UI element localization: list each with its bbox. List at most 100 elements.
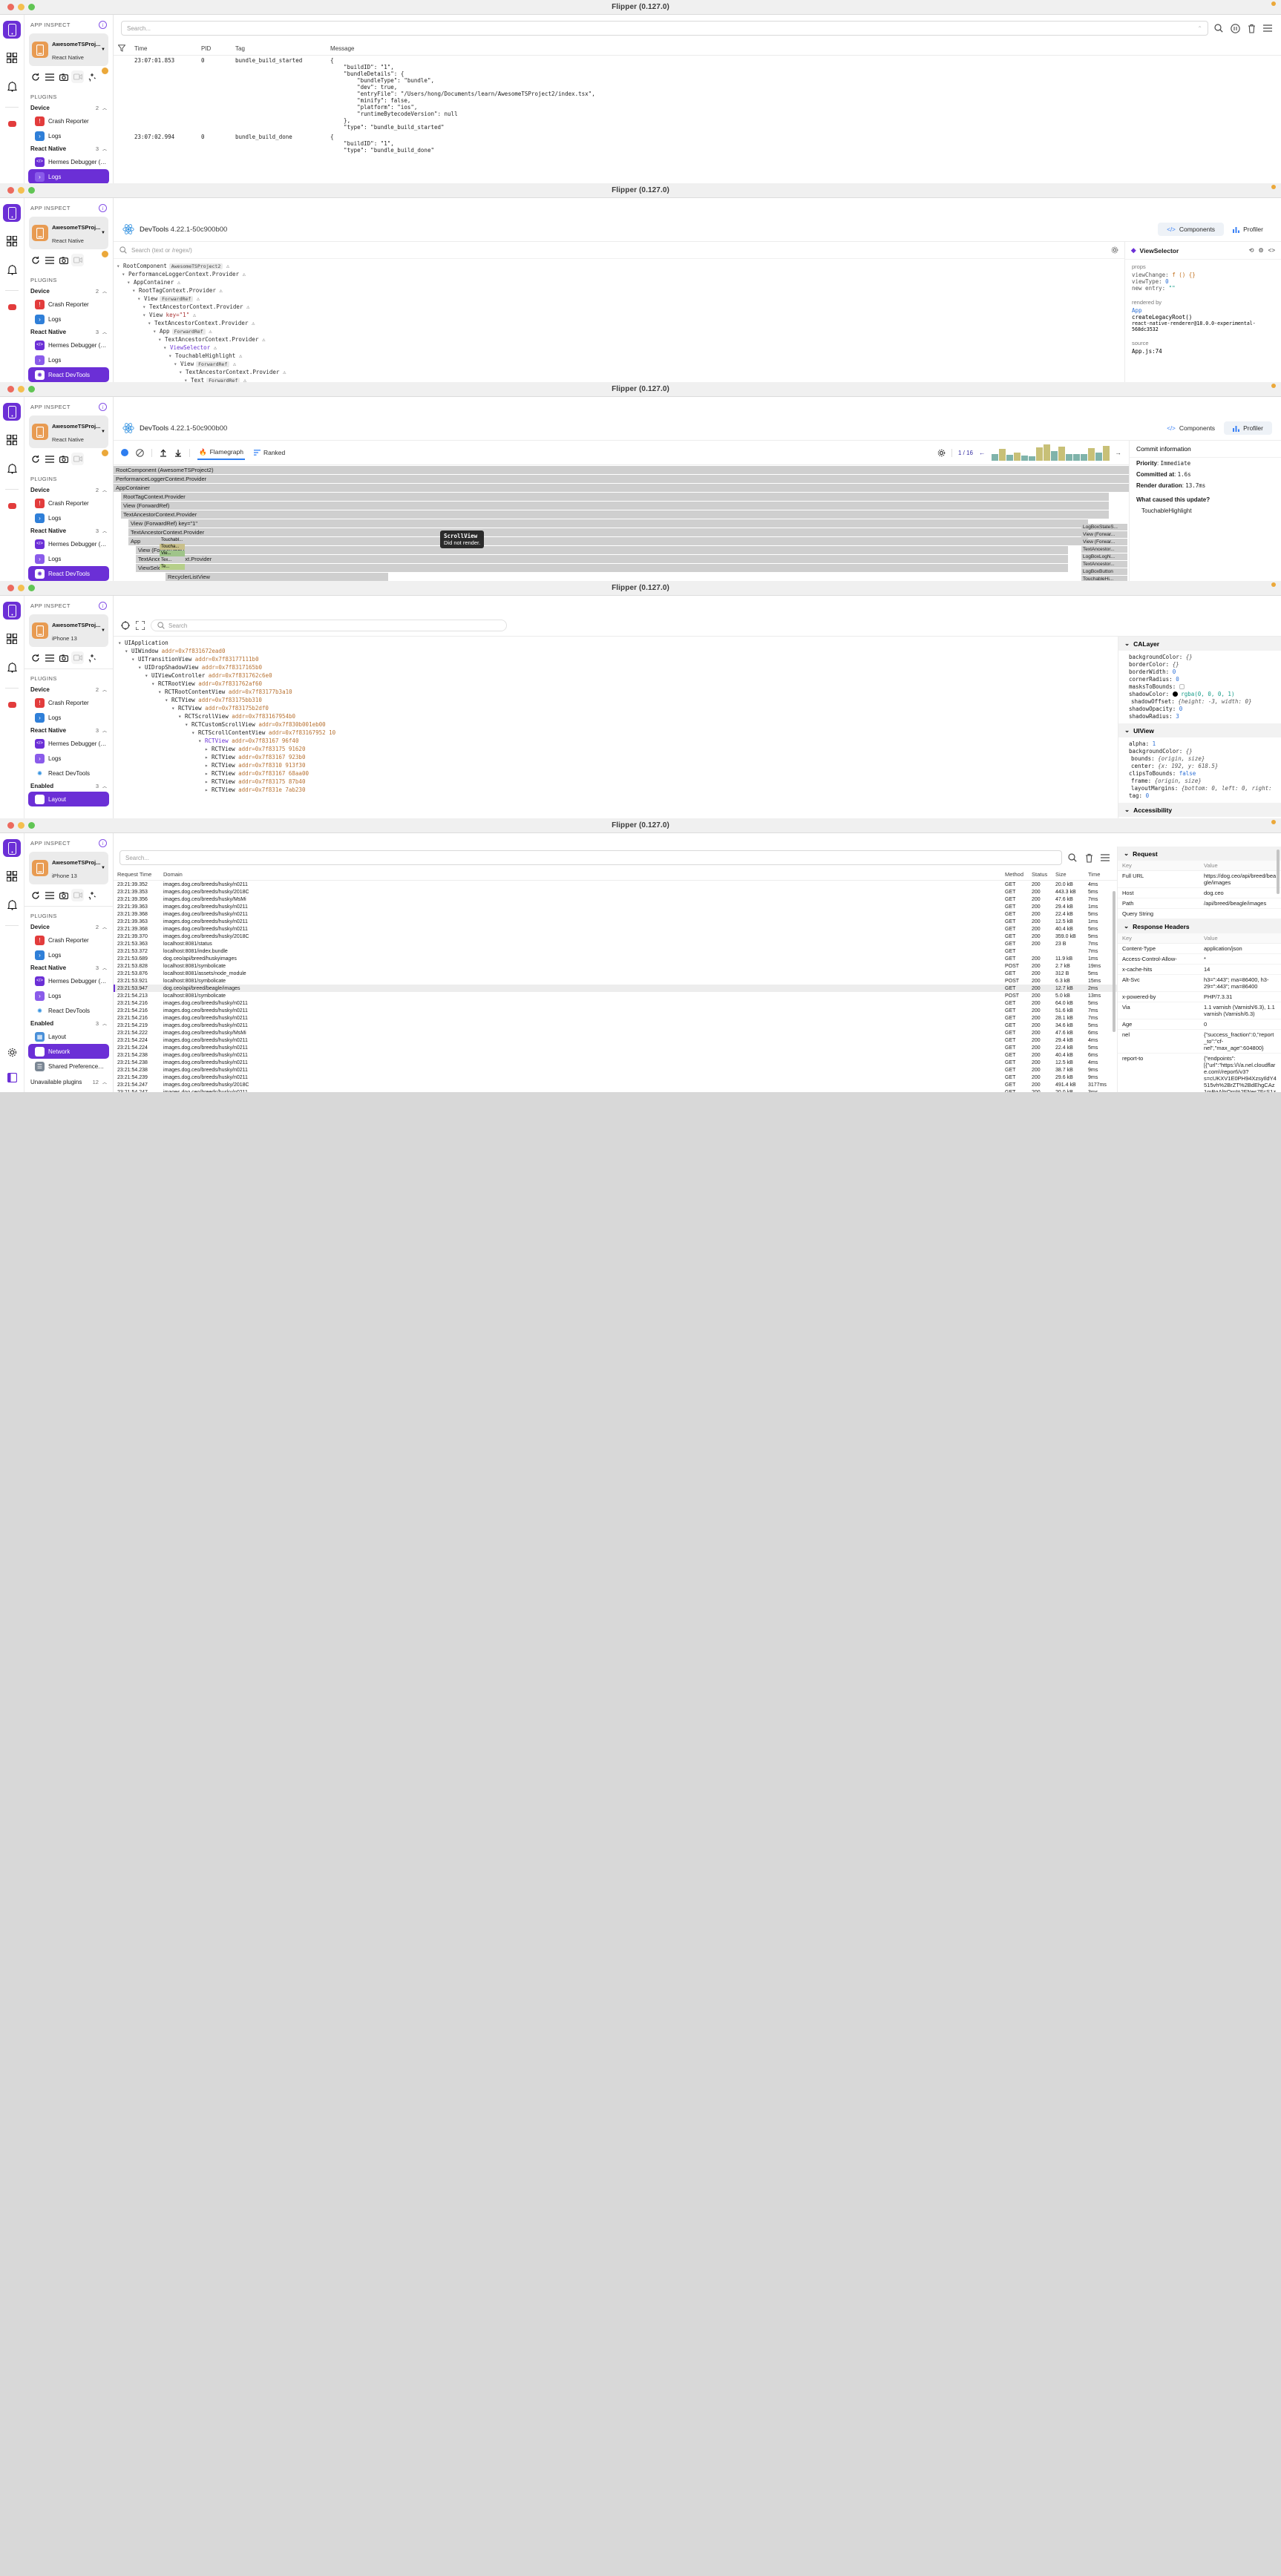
plugin-group-enabled[interactable]: Enabled 3 ︿ [24,1018,113,1029]
inspector-section-header[interactable]: ⌄ UIView [1118,723,1281,737]
layout-tree-node[interactable]: ▾ RCTScrollView addr=0x7f83167954b0 [114,712,1118,720]
property-row[interactable]: shadowOpacity: 0 [1129,705,1275,712]
gear-icon[interactable] [937,449,946,457]
device-icon[interactable] [3,204,21,222]
app-selector[interactable]: AwesomeTSProj... React Native ▼ [29,415,108,448]
tree-arrow[interactable]: ▾ [122,271,125,277]
sidebar-item-hermes-debugger[interactable]: </> Hermes Debugger (RN) [24,973,113,988]
tree-arrow[interactable]: ▸ [205,762,209,769]
col-message[interactable]: Message [326,42,1281,56]
app-selector[interactable]: AwesomeTSProj... iPhone 13 ▼ [29,614,108,647]
inspector-section-header[interactable]: ⌄ Accessibility [1118,803,1281,817]
plugin-group-react-native[interactable]: React Native 3 ︿ [24,384,1276,536]
video-icon[interactable] [71,70,84,83]
sidebar-item-layout[interactable]: ▦ Layout [28,792,109,806]
tree-node[interactable]: ▾ RootComponent AwesomeTSProject2 ⚠ [114,262,1124,270]
expand-icon[interactable] [136,621,145,630]
tree-arrow[interactable]: ▾ [179,369,183,375]
property-value[interactable]: {} [1173,661,1179,668]
reload-icon[interactable] [29,889,42,901]
property-value[interactable]: 0 [1179,706,1183,712]
layout-tree-node[interactable]: ▸ RCTView addr=0x7f83167 68aa00 [114,769,1118,778]
property-value[interactable]: 0 [1176,676,1179,683]
record-icon[interactable] [121,449,128,456]
flame-row[interactable]: View (ForwardRef) [121,502,1109,510]
next-commit-button[interactable]: → [1115,449,1122,456]
kv-row[interactable]: Path/api/breed/beagle/images [1118,898,1281,909]
tab-profiler[interactable]: Profiler [1224,421,1272,435]
sidebar-item-react-devtools[interactable]: ✺ React DevTools [28,367,109,382]
property-row[interactable]: borderWidth: 0 [1129,668,1275,675]
chevron-up-icon[interactable]: ︿ [102,528,107,534]
plugin-group-device[interactable]: Device 2 ︿ [24,921,113,933]
notification-badge-icon[interactable] [3,696,21,714]
kv-row[interactable]: x-cache-hits 14 [1118,964,1281,975]
apps-grid-icon[interactable] [3,232,21,250]
plugin-group-unavailable[interactable]: Unavailable plugins 12 ︿ [24,1077,113,1088]
flame-row[interactable]: TouchableHi... [1081,576,1127,581]
camera-icon[interactable] [57,453,70,465]
chevron-down-icon[interactable]: ▼ [101,47,105,52]
table-row[interactable]: 23:21:53.689 dog.ceo/api/breed/huskyimage… [114,955,1117,962]
kv-row[interactable]: Content-Type application/json [1118,943,1281,954]
chevron-down-icon[interactable]: ▼ [101,430,105,434]
upload-icon[interactable] [160,448,167,457]
property-value[interactable]: 0 [1173,668,1176,675]
chevron-up-icon[interactable]: ︿ [102,686,107,693]
commit-bar[interactable] [1035,447,1043,461]
tree-arrow[interactable]: ▾ [184,377,188,382]
tree-node[interactable]: ▾ RootTagContext.Provider ⚠ [114,286,1124,295]
tree-arrow[interactable]: ▾ [127,279,131,286]
search-icon[interactable] [157,622,165,629]
sidebar-item-hermes-debugger[interactable]: </> Hermes Debugger (RN) [24,736,113,751]
table-row[interactable]: 23:21:54.222 images.dog.ceo/breeds/husky/… [114,1029,1117,1036]
table-row[interactable]: 23:21:54.247 images.dog.ceo/breeds/husky/… [114,1088,1117,1093]
tree-arrow[interactable]: ▾ [198,737,202,744]
reload-icon[interactable] [29,70,42,83]
commit-bar[interactable] [1065,454,1072,461]
sidebar-item-logs-device[interactable]: › Logs [24,510,113,525]
tree-node[interactable]: ▾ View ForwardRef ⚠ [114,360,1124,368]
tree-arrow[interactable]: ▾ [158,689,162,695]
apps-grid-icon[interactable] [3,630,21,648]
col-status[interactable]: Status [1028,869,1052,881]
commit-bar[interactable] [1087,448,1095,461]
layout-tree-node[interactable]: ▾ UIViewController addr=0x7f831762c6e0 [114,671,1118,680]
flame-row[interactable]: Tex... [160,557,185,563]
prop-row[interactable]: new entry: "" [1132,285,1274,292]
property-row[interactable]: masksToBounds: [1129,683,1275,690]
delete-icon[interactable] [1083,852,1095,864]
flame-row[interactable]: Touchabl... [160,537,185,543]
device-icon[interactable] [3,839,21,857]
reload-icon[interactable] [29,254,42,266]
reload-icon[interactable] [29,453,42,465]
prev-commit-button[interactable]: ← [979,449,986,456]
delete-icon[interactable] [1245,22,1257,34]
layout-tree-node[interactable]: ▸ RCTView addr=0x7f83167 923b0 [114,753,1118,761]
sidebar-item-logs-rn[interactable]: › Logs [24,988,113,1003]
layout-tree-node[interactable]: ▸ RCTView addr=0x7f83175 91620 [114,745,1118,753]
sidebar-item-crash-reporter[interactable]: ! Crash Reporter [24,695,113,710]
tree-arrow[interactable]: ▾ [168,352,172,359]
tree-arrow[interactable]: ▾ [174,361,177,367]
property-row[interactable]: shadowRadius: 3 [1129,712,1275,720]
property-row[interactable]: borderColor: {} [1129,660,1275,668]
download-icon[interactable] [174,449,182,457]
tree-arrow[interactable]: ▾ [142,312,146,318]
tree-arrow[interactable]: ▾ [153,328,157,335]
commit-bar[interactable] [1013,453,1020,461]
info-icon[interactable]: i [99,602,107,610]
tree-arrow[interactable]: ▸ [205,754,209,760]
chevron-up-icon[interactable]: ︿ [102,105,107,111]
layout-tree-node[interactable]: ▾ RCTRootView addr=0x7f831762af60 [114,680,1118,688]
kv-row[interactable]: Via 1.1 varnish (Varnish/6.3), 1.1 varnis… [1118,1002,1281,1019]
table-row[interactable]: 23:21:54.239 images.dog.ceo/breeds/husky/… [114,1074,1117,1081]
magic-wand-icon[interactable] [85,889,98,901]
flame-row[interactable]: App [128,537,1089,545]
reload-icon[interactable] [29,651,42,664]
property-value[interactable]: {origin, size} [1155,778,1202,784]
kv-row[interactable]: Host dog.ceo [1118,887,1281,898]
tree-node[interactable]: ▾ ViewSelector ⚠ [114,344,1124,352]
video-icon[interactable] [71,254,84,266]
flame-row[interactable]: TextAncestor... [1081,546,1127,553]
